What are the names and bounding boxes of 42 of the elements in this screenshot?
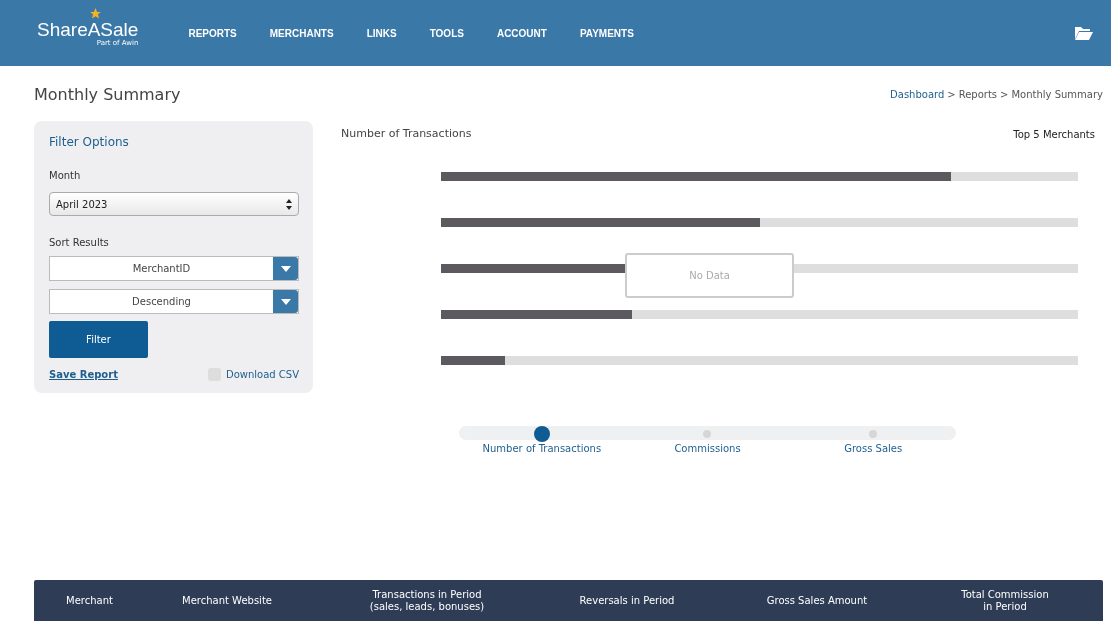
month-select[interactable]: April 2023	[49, 192, 299, 216]
caret-icon	[280, 298, 291, 305]
metric-option[interactable]: Gross Sales	[844, 443, 903, 454]
nav-link[interactable]: MERCHANTS	[269, 27, 334, 39]
column-header: Merchant	[65, 594, 114, 607]
logo-text[interactable]: ShareASale	[37, 19, 139, 41]
breadcrumb-link[interactable]: Dashboard	[890, 89, 945, 100]
metric-option[interactable]: Commissions	[674, 443, 741, 454]
slider-stop[interactable]	[703, 430, 712, 438]
field-label: Month	[49, 170, 82, 181]
panel-title: Filter Options	[49, 135, 130, 149]
column-header: Total Commission in Period	[960, 589, 1050, 612]
column-header: Gross Sales Amount	[765, 594, 869, 607]
breadcrumb-text: >	[1000, 89, 1009, 100]
star-icon	[89, 7, 102, 20]
nav-link[interactable]: ACCOUNT	[496, 27, 547, 39]
nav-link[interactable]: LINKS	[366, 27, 397, 39]
nav-link[interactable]: TOOLS	[429, 27, 464, 39]
column-header: Merchant Website	[181, 594, 273, 607]
slider-handle[interactable]	[533, 426, 550, 442]
sort-by-dropdown[interactable]: MerchantID	[49, 256, 299, 281]
breadcrumb-text: >	[947, 89, 956, 100]
nav-link[interactable]: PAYMENTS	[579, 27, 634, 39]
metric-option[interactable]: Number of Transactions	[482, 443, 602, 454]
sort-order-dropdown[interactable]: Descending	[49, 289, 299, 314]
page-title: Monthly Summary	[34, 85, 181, 104]
nav-link[interactable]: REPORTS	[188, 27, 237, 39]
filter-button[interactable]: Filter	[49, 321, 148, 358]
slider-stop[interactable]	[869, 430, 878, 438]
chart-legend: Top 5 Merchants	[1013, 129, 1095, 140]
no-data-tooltip: No Data	[625, 253, 794, 298]
checkbox-label: Download CSV	[225, 369, 299, 380]
up-down-arrows-icon	[286, 198, 292, 210]
save-report-link[interactable]: Save Report	[49, 369, 118, 380]
breadcrumb-text: Monthly Summary	[1011, 89, 1103, 100]
column-header: Reversals in Period	[578, 594, 676, 607]
folder-icon[interactable]	[1075, 26, 1093, 40]
chart-title: Number of Transactions	[341, 127, 472, 140]
column-header: Transactions in Period (sales, leads, bonuses)	[368, 589, 486, 612]
caret-icon	[280, 265, 291, 272]
field-label: Sort Results	[49, 237, 110, 248]
breadcrumb-text: Reports	[958, 89, 998, 100]
